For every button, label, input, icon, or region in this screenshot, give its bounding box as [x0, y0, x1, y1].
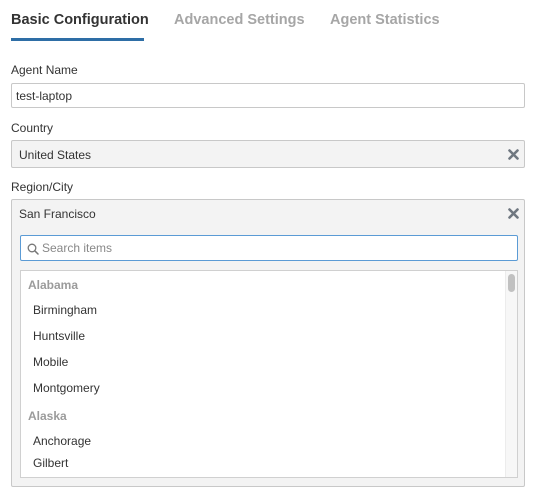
options-list[interactable]: Alabama Birmingham Huntsville Mobile Mon… [20, 270, 518, 478]
option-gilbert[interactable]: Gilbert [33, 456, 68, 470]
option-birmingham[interactable]: Birmingham [33, 303, 97, 317]
group-label-alaska: Alaska [28, 409, 67, 423]
tab-basic-configuration[interactable]: Basic Configuration [11, 12, 149, 28]
scrollbar-thumb[interactable] [508, 274, 515, 292]
option-huntsville[interactable]: Huntsville [33, 329, 85, 343]
list-scrollbar[interactable] [505, 271, 517, 477]
search-icon [27, 243, 39, 255]
agent-name-label: Agent Name [11, 63, 78, 77]
region-city-selected-value: San Francisco [19, 207, 96, 221]
country-selected-value: United States [19, 148, 92, 162]
group-label-alabama: Alabama [28, 278, 79, 292]
search-field[interactable] [20, 235, 518, 261]
search-input[interactable] [42, 238, 512, 258]
option-anchorage[interactable]: Anchorage [33, 434, 91, 448]
region-city-label: Region/City [11, 180, 74, 194]
close-icon[interactable] [508, 208, 519, 219]
tab-agent-statistics[interactable]: Agent Statistics [330, 12, 440, 28]
agent-name-input[interactable] [11, 83, 525, 108]
close-icon[interactable] [508, 149, 519, 160]
option-montgomery[interactable]: Montgomery [33, 381, 100, 395]
region-city-select[interactable]: San Francisco Alabama Birmingham Huntsvi… [11, 199, 525, 487]
tab-bar: Basic Configuration Advanced Settings Ag… [0, 0, 535, 42]
active-tab-indicator [11, 38, 144, 41]
country-select[interactable]: United States [11, 140, 525, 168]
country-label: Country [11, 121, 54, 135]
option-mobile[interactable]: Mobile [33, 355, 68, 369]
region-city-select-head[interactable]: San Francisco [12, 200, 524, 228]
tab-advanced-settings[interactable]: Advanced Settings [174, 12, 305, 28]
